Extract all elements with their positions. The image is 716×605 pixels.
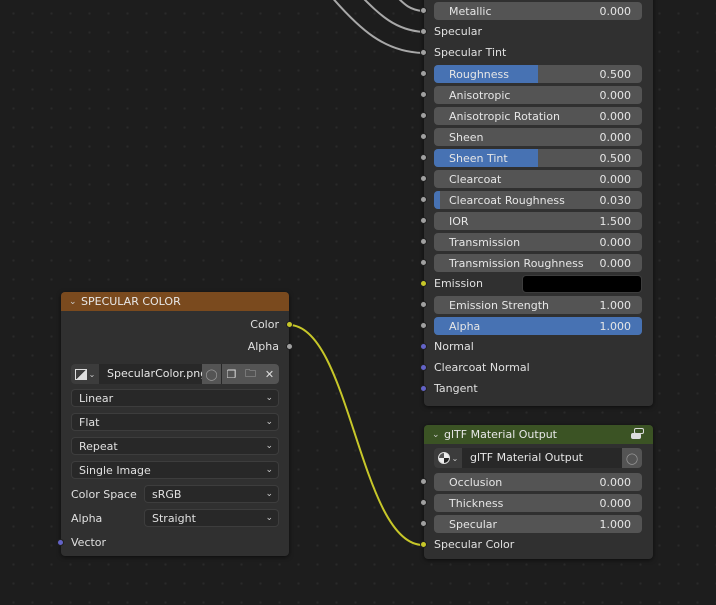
socket-specular[interactable] bbox=[420, 520, 427, 527]
field-transmission[interactable]: Transmission 0.000 bbox=[434, 233, 642, 251]
emission-color-swatch[interactable] bbox=[522, 275, 642, 293]
slider-fill bbox=[434, 191, 440, 209]
color-space-label: Color Space bbox=[71, 488, 137, 501]
field-ior[interactable]: IOR 1.500 bbox=[434, 212, 642, 230]
socket-alpha[interactable] bbox=[420, 322, 427, 329]
collapse-chevron-icon[interactable]: ⌄ bbox=[69, 297, 81, 307]
socket-metallic[interactable] bbox=[420, 7, 427, 14]
field-roughness[interactable]: Roughness 0.500 bbox=[434, 65, 642, 83]
socket-emission[interactable] bbox=[420, 280, 427, 287]
socket-transmission-roughness[interactable] bbox=[420, 259, 427, 266]
link-to-specular bbox=[363, 0, 424, 33]
interpolation-dropdown[interactable]: Linear ⌄ bbox=[71, 389, 279, 407]
socket-vector-input[interactable] bbox=[57, 539, 64, 546]
field-metallic[interactable]: Metallic 0.000 bbox=[434, 2, 642, 20]
socket-color-output[interactable] bbox=[286, 321, 293, 328]
chevron-down-icon: ⌄ bbox=[265, 417, 273, 427]
label-normal: Normal bbox=[434, 340, 474, 353]
socket-anisotropic[interactable] bbox=[420, 91, 427, 98]
open-folder-icon[interactable]: 🗀 bbox=[241, 364, 260, 384]
socket-sheen[interactable] bbox=[420, 133, 427, 140]
socket-tangent[interactable] bbox=[420, 385, 427, 392]
gltf-material-output-node[interactable]: ⌄ glTF Material Output ⌄ glTF Material O… bbox=[420, 425, 653, 559]
field-clearcoat-roughness[interactable]: Clearcoat Roughness 0.030 bbox=[434, 191, 642, 209]
output-color-label: Color bbox=[250, 318, 279, 331]
node-tree-icon[interactable]: ⌄ bbox=[434, 448, 462, 468]
chevron-down-icon: ⌄ bbox=[265, 393, 273, 403]
field-specular[interactable]: Specular 1.000 bbox=[434, 515, 642, 533]
field-anisotropic[interactable]: Anisotropic 0.000 bbox=[434, 86, 642, 104]
gltf-node-header[interactable]: ⌄ glTF Material Output bbox=[424, 425, 653, 444]
socket-alpha-output[interactable] bbox=[286, 343, 293, 350]
socket-occlusion[interactable] bbox=[420, 478, 427, 485]
socket-specular-tint[interactable] bbox=[420, 49, 427, 56]
image-node-header[interactable]: ⌄ SPECULAR COLOR bbox=[61, 292, 289, 311]
field-clearcoat[interactable]: Clearcoat 0.000 bbox=[434, 170, 642, 188]
socket-anisotropic-rotation[interactable] bbox=[420, 112, 427, 119]
image-name[interactable]: SpecularColor.png bbox=[107, 367, 207, 380]
fake-user-shield-icon[interactable]: ◯ bbox=[202, 364, 221, 384]
socket-emission-strength[interactable] bbox=[420, 301, 427, 308]
projection-dropdown[interactable]: Flat ⌄ bbox=[71, 413, 279, 431]
socket-sheen-tint[interactable] bbox=[420, 154, 427, 161]
image-node-title: SPECULAR COLOR bbox=[81, 295, 181, 308]
link-color-to-specular-color bbox=[288, 324, 424, 546]
field-emission-strength[interactable]: Emission Strength 1.000 bbox=[434, 296, 642, 314]
node-group-icon[interactable] bbox=[631, 428, 645, 440]
image-browse-icon[interactable]: ⌄ bbox=[71, 364, 99, 384]
socket-clearcoat-roughness[interactable] bbox=[420, 196, 427, 203]
group-selector[interactable]: ⌄ glTF Material Output ◯ bbox=[434, 448, 642, 468]
socket-normal[interactable] bbox=[420, 343, 427, 350]
link-to-metallic bbox=[398, 0, 424, 12]
field-alpha[interactable]: Alpha 1.000 bbox=[434, 317, 642, 335]
chevron-down-icon: ⌄ bbox=[265, 441, 273, 451]
field-transmission-roughness[interactable]: Transmission Roughness 0.000 bbox=[434, 254, 642, 272]
alpha-mode-dropdown[interactable]: Straight ⌄ bbox=[144, 509, 279, 527]
image-texture-node[interactable]: ⌄ SPECULAR COLOR Color Alpha ⌄ SpecularC… bbox=[57, 292, 293, 556]
field-anisotropic-rotation[interactable]: Anisotropic Rotation 0.000 bbox=[434, 107, 642, 125]
extension-dropdown[interactable]: Repeat ⌄ bbox=[71, 437, 279, 455]
label-specular: Specular bbox=[434, 25, 483, 38]
chevron-down-icon: ⌄ bbox=[265, 489, 273, 499]
alpha-mode-label: Alpha bbox=[71, 512, 103, 525]
label-specular-tint: Specular Tint bbox=[434, 46, 507, 59]
field-occlusion[interactable]: Occlusion 0.000 bbox=[434, 473, 642, 491]
duplicate-image-icon[interactable]: ❐ bbox=[222, 364, 241, 384]
group-name[interactable]: glTF Material Output bbox=[470, 451, 583, 464]
link-to-specular-tint bbox=[333, 0, 424, 54]
fake-user-shield-icon[interactable]: ◯ bbox=[622, 448, 642, 468]
socket-ior[interactable] bbox=[420, 217, 427, 224]
socket-roughness[interactable] bbox=[420, 70, 427, 77]
chevron-down-icon: ⌄ bbox=[265, 513, 273, 523]
collapse-chevron-icon[interactable]: ⌄ bbox=[432, 430, 444, 440]
label-clearcoat-normal: Clearcoat Normal bbox=[434, 361, 530, 374]
gltf-node-title: glTF Material Output bbox=[444, 428, 557, 441]
source-dropdown[interactable]: Single Image ⌄ bbox=[71, 461, 279, 479]
socket-specular-color[interactable] bbox=[420, 541, 427, 548]
socket-thickness[interactable] bbox=[420, 499, 427, 506]
chevron-down-icon: ⌄ bbox=[265, 465, 273, 475]
label-specular-color: Specular Color bbox=[434, 538, 515, 551]
field-sheen-tint[interactable]: Sheen Tint 0.500 bbox=[434, 149, 642, 167]
field-thickness[interactable]: Thickness 0.000 bbox=[434, 494, 642, 512]
label-emission: Emission bbox=[434, 277, 483, 290]
label-tangent: Tangent bbox=[434, 382, 478, 395]
field-sheen[interactable]: Sheen 0.000 bbox=[434, 128, 642, 146]
vector-input-label: Vector bbox=[71, 536, 107, 549]
principled-bsdf-node[interactable]: Metallic 0.000 Specular Specular Tint Roughn… bbox=[420, 0, 653, 406]
socket-specular[interactable] bbox=[420, 28, 427, 35]
socket-clearcoat[interactable] bbox=[420, 175, 427, 182]
socket-transmission[interactable] bbox=[420, 238, 427, 245]
image-selector[interactable]: ⌄ SpecularColor.png ◯ ❐ 🗀 ✕ bbox=[71, 364, 279, 384]
unlink-close-icon[interactable]: ✕ bbox=[260, 364, 279, 384]
socket-clearcoat-normal[interactable] bbox=[420, 364, 427, 371]
color-space-dropdown[interactable]: sRGB ⌄ bbox=[144, 485, 279, 503]
output-alpha-label: Alpha bbox=[247, 340, 279, 353]
